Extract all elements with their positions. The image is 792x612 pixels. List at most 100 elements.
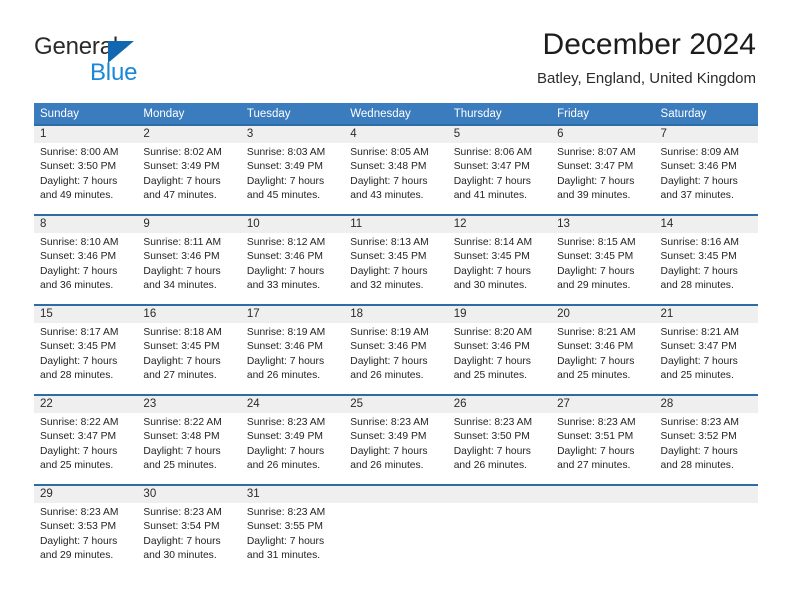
- sunset-text: Sunset: 3:49 PM: [246, 161, 323, 173]
- daylight-text-line2: and 28 minutes.: [660, 280, 734, 292]
- calendar-day-cell[interactable]: 2 Sunrise: 8:02 AM Sunset: 3:49 PM Daylight…: [137, 124, 241, 214]
- calendar-day-cell[interactable]: 11 Sunrise: 8:13 AM Sunset: 3:45 PM Dayligh…: [344, 214, 448, 304]
- calendar-day-cell[interactable]: 14 Sunrise: 8:16 AM Sunset: 3:45 PM Dayligh…: [654, 214, 758, 304]
- day-details: Sunrise: 8:03 AM Sunset: 3:49 PM Daylight:…: [241, 143, 344, 204]
- sunrise-text: Sunrise: 8:11 AM: [143, 237, 222, 248]
- day-cell-inner: 8 Sunrise: 8:10 AM Sunset: 3:46 PM Daylight…: [34, 214, 138, 304]
- day-cell-inner: 18 Sunrise: 8:19 AM Sunset: 3:46 PM Dayligh…: [344, 304, 448, 394]
- calendar-day-cell[interactable]: 31 Sunrise: 8:23 AM Sunset: 3:55 PM Dayligh…: [240, 484, 345, 574]
- sunrise-text: Sunrise: 8:19 AM: [246, 327, 326, 338]
- calendar-day-cell[interactable]: 8 Sunrise: 8:10 AM Sunset: 3:46 PM Daylight…: [34, 214, 138, 304]
- sunrise-text: Sunrise: 8:18 AM: [143, 327, 222, 338]
- day-details: Sunrise: 8:23 AM Sunset: 3:49 PM Daylight:…: [241, 413, 344, 474]
- sunrise-text: Sunrise: 8:23 AM: [453, 417, 533, 428]
- calendar-day-cell[interactable]: 19 Sunrise: 8:20 AM Sunset: 3:46 PM Dayligh…: [447, 304, 552, 394]
- sunset-text: Sunset: 3:55 PM: [246, 521, 323, 533]
- calendar-day-cell[interactable]: 20 Sunrise: 8:21 AM Sunset: 3:46 PM Dayligh…: [551, 304, 655, 394]
- day-number: [654, 486, 758, 503]
- day-details: Sunrise: 8:10 AM Sunset: 3:46 PM Daylight:…: [34, 233, 137, 294]
- sunset-text: Sunset: 3:46 PM: [453, 341, 530, 353]
- day-number: 3: [240, 126, 345, 143]
- calendar-day-cell[interactable]: 7 Sunrise: 8:09 AM Sunset: 3:46 PM Daylight…: [654, 124, 758, 214]
- daylight-text-line1: Daylight: 7 hours: [660, 445, 738, 457]
- day-details: Sunrise: 8:15 AM Sunset: 3:45 PM Daylight:…: [551, 233, 654, 294]
- calendar-day-cell[interactable]: 9 Sunrise: 8:11 AM Sunset: 3:46 PM Daylight…: [137, 214, 241, 304]
- calendar-day-cell[interactable]: 4 Sunrise: 8:05 AM Sunset: 3:48 PM Daylight…: [344, 124, 448, 214]
- calendar-day-cell[interactable]: 13 Sunrise: 8:15 AM Sunset: 3:45 PM Dayligh…: [551, 214, 655, 304]
- calendar-day-cell[interactable]: 23 Sunrise: 8:22 AM Sunset: 3:48 PM Dayligh…: [137, 394, 241, 484]
- calendar-day-cell[interactable]: 27 Sunrise: 8:23 AM Sunset: 3:51 PM Dayligh…: [551, 394, 655, 484]
- calendar-day-cell-empty: [654, 484, 758, 574]
- calendar-day-cell[interactable]: 30 Sunrise: 8:23 AM Sunset: 3:54 PM Dayligh…: [137, 484, 241, 574]
- sunrise-text: Sunrise: 8:05 AM: [350, 147, 429, 158]
- daylight-text-line1: Daylight: 7 hours: [453, 355, 531, 367]
- day-details: Sunrise: 8:05 AM Sunset: 3:48 PM Daylight:…: [344, 143, 447, 204]
- logo-text-general: General: [34, 33, 118, 60]
- calendar-day-cell[interactable]: 16 Sunrise: 8:18 AM Sunset: 3:45 PM Dayligh…: [137, 304, 241, 394]
- sunset-text: Sunset: 3:51 PM: [557, 431, 634, 443]
- weekday-header-monday: Monday: [137, 103, 241, 124]
- daylight-text-line1: Daylight: 7 hours: [350, 175, 428, 187]
- calendar-day-cell[interactable]: 18 Sunrise: 8:19 AM Sunset: 3:46 PM Dayligh…: [344, 304, 448, 394]
- sunset-text: Sunset: 3:52 PM: [660, 431, 737, 443]
- sunset-text: Sunset: 3:50 PM: [40, 161, 117, 173]
- calendar-page: General Blue December 2024 Batley, Engla…: [0, 0, 792, 612]
- day-number: 6: [551, 126, 655, 143]
- calendar-day-cell[interactable]: 5 Sunrise: 8:06 AM Sunset: 3:47 PM Daylight…: [447, 124, 552, 214]
- sunset-text: Sunset: 3:46 PM: [40, 251, 117, 263]
- day-number: [344, 486, 448, 503]
- daylight-text-line2: and 43 minutes.: [350, 190, 424, 202]
- sunrise-text: Sunrise: 8:23 AM: [40, 507, 119, 518]
- day-cell-inner: 24 Sunrise: 8:23 AM Sunset: 3:49 PM Dayligh…: [240, 394, 345, 484]
- day-details: Sunrise: 8:19 AM Sunset: 3:46 PM Daylight:…: [344, 323, 447, 384]
- sunrise-text: Sunrise: 8:23 AM: [143, 507, 222, 518]
- calendar-day-cell[interactable]: 21 Sunrise: 8:21 AM Sunset: 3:47 PM Dayligh…: [654, 304, 758, 394]
- sunrise-text: Sunrise: 8:23 AM: [660, 417, 739, 428]
- sunrise-text: Sunrise: 8:07 AM: [557, 147, 636, 158]
- day-number: 30: [137, 486, 241, 503]
- daylight-text-line2: and 25 minutes.: [143, 460, 217, 472]
- calendar-day-cell[interactable]: 25 Sunrise: 8:23 AM Sunset: 3:49 PM Dayligh…: [344, 394, 448, 484]
- calendar-day-cell[interactable]: 3 Sunrise: 8:03 AM Sunset: 3:49 PM Daylight…: [240, 124, 345, 214]
- day-cell-inner: 28 Sunrise: 8:23 AM Sunset: 3:52 PM Dayligh…: [654, 394, 758, 484]
- calendar-day-cell[interactable]: 1 Sunrise: 8:00 AM Sunset: 3:50 PM Daylight…: [34, 124, 138, 214]
- daylight-text-line1: Daylight: 7 hours: [143, 445, 221, 457]
- calendar-day-cell[interactable]: 24 Sunrise: 8:23 AM Sunset: 3:49 PM Dayligh…: [240, 394, 345, 484]
- calendar-day-cell[interactable]: 17 Sunrise: 8:19 AM Sunset: 3:46 PM Dayligh…: [240, 304, 345, 394]
- daylight-text-line2: and 49 minutes.: [40, 190, 114, 202]
- daylight-text-line1: Daylight: 7 hours: [453, 445, 531, 457]
- day-details: Sunrise: 8:19 AM Sunset: 3:46 PM Daylight:…: [241, 323, 344, 384]
- calendar-day-cell[interactable]: 6 Sunrise: 8:07 AM Sunset: 3:47 PM Daylight…: [551, 124, 655, 214]
- calendar-day-cell[interactable]: 10 Sunrise: 8:12 AM Sunset: 3:46 PM Dayligh…: [240, 214, 345, 304]
- day-cell-inner: 26 Sunrise: 8:23 AM Sunset: 3:50 PM Dayligh…: [447, 394, 552, 484]
- sunrise-text: Sunrise: 8:14 AM: [453, 237, 533, 248]
- calendar-day-cell[interactable]: 29 Sunrise: 8:23 AM Sunset: 3:53 PM Dayligh…: [34, 484, 138, 574]
- daylight-text-line1: Daylight: 7 hours: [40, 175, 118, 187]
- calendar-day-cell[interactable]: 12 Sunrise: 8:14 AM Sunset: 3:45 PM Dayligh…: [447, 214, 552, 304]
- calendar-body: 1 Sunrise: 8:00 AM Sunset: 3:50 PM Daylight…: [34, 124, 758, 574]
- sunset-text: Sunset: 3:45 PM: [660, 251, 737, 263]
- day-cell-inner: 13 Sunrise: 8:15 AM Sunset: 3:45 PM Dayligh…: [551, 214, 655, 304]
- day-details: Sunrise: 8:13 AM Sunset: 3:45 PM Daylight:…: [344, 233, 447, 294]
- day-number: 5: [447, 126, 552, 143]
- daylight-text-line1: Daylight: 7 hours: [246, 445, 325, 457]
- weekday-header-tuesday: Tuesday: [240, 103, 345, 124]
- day-cell-inner: 3 Sunrise: 8:03 AM Sunset: 3:49 PM Daylight…: [240, 124, 345, 214]
- calendar-day-cell[interactable]: 26 Sunrise: 8:23 AM Sunset: 3:50 PM Dayligh…: [447, 394, 552, 484]
- calendar-day-cell[interactable]: 28 Sunrise: 8:23 AM Sunset: 3:52 PM Dayligh…: [654, 394, 758, 484]
- daylight-text-line2: and 37 minutes.: [660, 190, 734, 202]
- daylight-text-line2: and 36 minutes.: [40, 280, 114, 292]
- weekday-header-wednesday: Wednesday: [344, 103, 448, 124]
- calendar-week-row: 29 Sunrise: 8:23 AM Sunset: 3:53 PM Dayligh…: [34, 484, 758, 574]
- daylight-text-line1: Daylight: 7 hours: [40, 445, 118, 457]
- day-cell-inner: 15 Sunrise: 8:17 AM Sunset: 3:45 PM Dayligh…: [34, 304, 138, 394]
- day-number: 13: [551, 216, 655, 233]
- calendar-week-row: 22 Sunrise: 8:22 AM Sunset: 3:47 PM Dayligh…: [34, 394, 758, 484]
- day-number: 7: [654, 126, 758, 143]
- daylight-text-line2: and 27 minutes.: [557, 460, 631, 472]
- daylight-text-line1: Daylight: 7 hours: [660, 265, 738, 277]
- calendar-grid: Sunday Monday Tuesday Wednesday Thursday Frid…: [34, 103, 758, 574]
- calendar-day-cell[interactable]: 22 Sunrise: 8:22 AM Sunset: 3:47 PM Dayligh…: [34, 394, 138, 484]
- sunset-text: Sunset: 3:45 PM: [350, 251, 427, 263]
- calendar-day-cell[interactable]: 15 Sunrise: 8:17 AM Sunset: 3:45 PM Dayligh…: [34, 304, 138, 394]
